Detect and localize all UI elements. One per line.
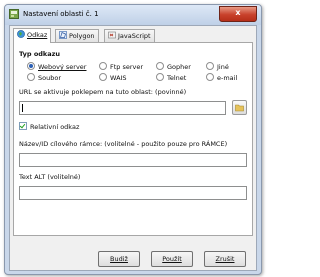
app-icon [9, 9, 19, 19]
checkbox-label: Relativní odkaz [30, 123, 80, 131]
close-icon: x [235, 8, 241, 17]
ok-button[interactable]: Budiž [98, 251, 140, 267]
text-caret [22, 104, 23, 112]
cancel-button[interactable]: Zrušit [204, 251, 246, 267]
folder-icon [235, 104, 244, 112]
browse-button[interactable] [232, 100, 247, 115]
tab-polygon[interactable]: Polygon [55, 29, 99, 42]
tab-label: Polygon [69, 32, 95, 40]
radio-soubor[interactable]: Soubor [27, 73, 61, 82]
url-input[interactable] [19, 101, 226, 115]
javascript-icon [108, 31, 116, 39]
radio-label: WAIS [110, 74, 127, 82]
tab-label: Odkaz [27, 31, 48, 39]
radio-jine[interactable]: Jiné [206, 62, 229, 71]
radio-dot [99, 73, 107, 81]
dialog-window: Nastavení oblasti č. 1 x Odkaz Polygon J… [4, 4, 262, 275]
radio-label: Webový server [38, 63, 87, 71]
url-label: URL se aktivuje poklepem na tuto oblast:… [19, 88, 187, 96]
tab-label: JavaScript [118, 32, 151, 40]
alt-text-input[interactable] [19, 186, 247, 200]
tab-javascript[interactable]: JavaScript [104, 29, 155, 42]
radio-label: Ftp server [110, 63, 144, 71]
alt-text-label: Text ALT (volitelné) [19, 173, 81, 181]
cancel-label: Zrušit [215, 255, 235, 263]
globe-icon [17, 30, 25, 38]
radio-label: e-mail [217, 74, 238, 82]
radio-dot [206, 62, 214, 70]
radio-email[interactable]: e-mail [206, 73, 237, 82]
radio-label: Gopher [167, 63, 191, 71]
radio-selected-dot [27, 62, 35, 70]
radio-dot [206, 73, 214, 81]
radio-dot [156, 62, 164, 70]
ok-label: Budiž [110, 255, 128, 263]
window-title: Nastavení oblasti č. 1 [23, 10, 99, 18]
radio-label: Telnet [167, 74, 187, 82]
radio-ftp-server[interactable]: Ftp server [99, 62, 143, 71]
radio-label: Jiné [217, 63, 229, 71]
target-frame-input[interactable] [19, 153, 247, 167]
radio-wais[interactable]: WAIS [99, 73, 127, 82]
radio-gopher[interactable]: Gopher [156, 62, 191, 71]
radio-dot [156, 73, 164, 81]
radio-label: Soubor [38, 74, 61, 82]
tab-panel-odkaz: Typ odkazu Webový server Ftp server Goph… [13, 42, 253, 236]
relative-link-checkbox[interactable]: Relativní odkaz [19, 122, 79, 131]
tab-odkaz[interactable]: Odkaz [13, 28, 52, 43]
dialog-body: Odkaz Polygon JavaScript Typ odkazu Webo… [9, 25, 257, 271]
apply-label: Použít [162, 255, 182, 263]
radio-dot [27, 73, 35, 81]
title-bar[interactable]: Nastavení oblasti č. 1 x [5, 5, 261, 25]
radio-web-server[interactable]: Webový server [27, 62, 86, 71]
radio-telnet[interactable]: Telnet [156, 73, 186, 82]
polygon-icon [59, 31, 67, 39]
link-type-heading: Typ odkazu [19, 50, 61, 58]
checkbox-checked [19, 122, 27, 130]
target-frame-label: Název/ID cílového rámce: (volitelné - po… [19, 140, 228, 148]
apply-button[interactable]: Použít [151, 251, 193, 267]
radio-dot [99, 62, 107, 70]
close-button[interactable]: x [219, 6, 257, 22]
